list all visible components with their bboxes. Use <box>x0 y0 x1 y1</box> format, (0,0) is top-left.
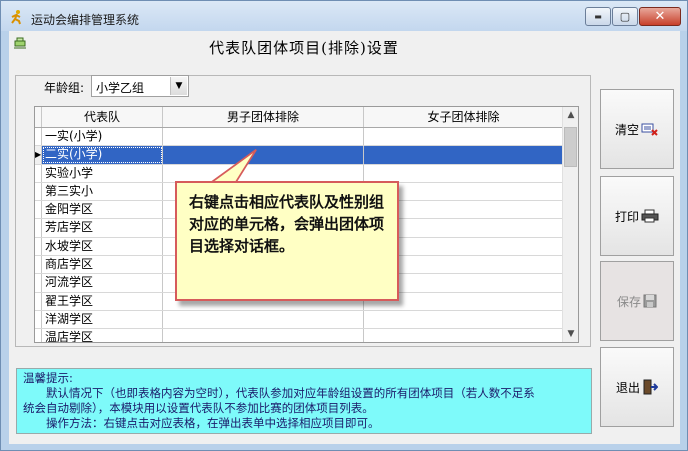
cell-team[interactable]: 第三实小 <box>42 182 163 201</box>
tips-line-2: 统会自动剔除），本模块用以设置代表队不参加比赛的团体项目列表。 <box>23 401 374 415</box>
cell-team[interactable]: 金阳学区 <box>42 201 163 219</box>
cell-female-exclude[interactable] <box>364 329 563 342</box>
save-button[interactable]: 保存 <box>600 261 674 341</box>
cell-team[interactable]: 一实(小学) <box>42 128 163 146</box>
cell-female-exclude[interactable] <box>364 311 563 328</box>
row-selector[interactable] <box>35 256 42 274</box>
print-label: 打印 <box>614 209 639 224</box>
app-window: 运动会编排管理系统 ▬ ▢ ✕ 代表队团体项目(排除)设置 年龄组: 小学乙组 … <box>0 0 688 451</box>
clear-icon <box>641 123 658 136</box>
clear-label: 清空 <box>614 122 639 137</box>
cell-team[interactable]: 二实(小学) <box>42 146 163 164</box>
chevron-down-icon[interactable]: ▼ <box>170 77 187 95</box>
row-selector[interactable]: ▶ <box>35 146 42 164</box>
minimize-icon: ▬ <box>594 12 602 21</box>
tips-line-1: 默认情况下（也即表格内容为空时），代表队参加对应年龄组设置的所有团体项目（若人数… <box>46 386 535 400</box>
row-selector[interactable] <box>35 201 42 219</box>
row-selector-header <box>35 107 42 127</box>
scrollbar-thumb[interactable] <box>564 127 577 167</box>
cell-male-exclude[interactable] <box>163 329 364 342</box>
cell-male-exclude[interactable] <box>163 164 364 182</box>
row-selector[interactable] <box>35 310 42 329</box>
cell-female-exclude[interactable] <box>364 165 563 182</box>
tips-title: 温馨提示: <box>23 371 73 385</box>
scroll-up-icon[interactable]: ▲ <box>563 107 578 123</box>
maximize-icon: ▢ <box>619 10 631 23</box>
close-button[interactable]: ✕ <box>639 7 681 26</box>
caption-buttons: ▬ ▢ ✕ <box>585 7 681 27</box>
tips-line-3: 操作方法：右键点击对应表格，在弹出表单中选择相应项目即可。 <box>46 416 380 430</box>
cell-female-exclude[interactable] <box>364 146 563 163</box>
table-row[interactable]: ▶ 二实(小学) <box>35 146 563 165</box>
window-title: 运动会编排管理系统 <box>31 13 140 27</box>
cell-male-exclude[interactable] <box>163 128 364 146</box>
cell-team[interactable]: 温店学区 <box>42 329 163 342</box>
title-bar[interactable]: 运动会编排管理系统 ▬ ▢ ✕ <box>1 1 687 31</box>
clear-button[interactable]: 清空 <box>600 89 674 169</box>
exit-button[interactable]: 退出 <box>600 347 674 427</box>
vertical-scrollbar[interactable]: ▲ ▼ <box>562 107 578 342</box>
cell-team[interactable]: 翟王学区 <box>42 292 163 310</box>
current-row-arrow-icon: ▶ <box>35 150 42 160</box>
cell-male-exclude[interactable] <box>163 310 364 329</box>
cell-team[interactable]: 洋湖学区 <box>42 310 163 329</box>
row-selector[interactable] <box>35 219 42 237</box>
row-selector[interactable] <box>35 128 42 146</box>
cell-team[interactable]: 河流学区 <box>42 274 163 292</box>
save-label: 保存 <box>616 294 641 309</box>
cell-female-exclude[interactable] <box>364 128 563 145</box>
cell-team[interactable]: 商店学区 <box>42 256 163 274</box>
cell-team[interactable]: 芳店学区 <box>42 219 163 237</box>
floppy-disk-icon <box>643 294 657 308</box>
age-group-label: 年龄组: <box>41 79 88 96</box>
page-heading: 代表队团体项目(排除)设置 <box>209 39 399 57</box>
close-icon: ✕ <box>654 9 666 24</box>
exit-door-icon <box>643 379 658 395</box>
row-selector[interactable] <box>35 274 42 292</box>
cell-team[interactable]: 水坡学区 <box>42 237 163 256</box>
grid-header-row: 代表队 男子团体排除 女子团体排除 <box>35 107 563 128</box>
print-button[interactable]: 打印 <box>600 176 674 256</box>
cell-team[interactable]: 实验小学 <box>42 164 163 182</box>
column-header-male[interactable]: 男子团体排除 <box>163 107 364 127</box>
minimize-button[interactable]: ▬ <box>585 7 611 26</box>
row-selector[interactable] <box>35 329 42 342</box>
callout-pointer <box>206 149 257 185</box>
age-group-value: 小学乙组 <box>96 81 145 95</box>
maximize-button[interactable]: ▢ <box>612 7 638 26</box>
client-area: 代表队团体项目(排除)设置 年龄组: 小学乙组 ▼ 代表队 男子团体排除 女子团… <box>9 31 680 444</box>
table-row[interactable]: 温店学区 <box>35 329 563 342</box>
column-header-female[interactable]: 女子团体排除 <box>364 107 563 127</box>
hint-callout: 右键点击相应代表队及性别组对应的单元格，会弹出团体项目选择对话框。 <box>175 181 399 301</box>
row-selector[interactable] <box>35 292 42 310</box>
age-group-select[interactable]: 小学乙组 ▼ <box>91 75 189 97</box>
scroll-down-icon[interactable]: ▼ <box>563 326 578 342</box>
row-selector[interactable] <box>35 182 42 201</box>
row-selector[interactable] <box>35 237 42 256</box>
column-header-team[interactable]: 代表队 <box>42 107 163 127</box>
exit-label: 退出 <box>615 380 640 395</box>
runner-icon <box>11 10 21 25</box>
table-row[interactable]: 一实(小学) <box>35 128 563 147</box>
tips-panel: 温馨提示: 默认情况下（也即表格内容为空时），代表队参加对应年龄组设置的所有团体… <box>16 368 592 434</box>
table-row[interactable]: 洋湖学区 <box>35 310 563 330</box>
printer-icon <box>641 209 659 223</box>
row-selector[interactable] <box>35 164 42 182</box>
